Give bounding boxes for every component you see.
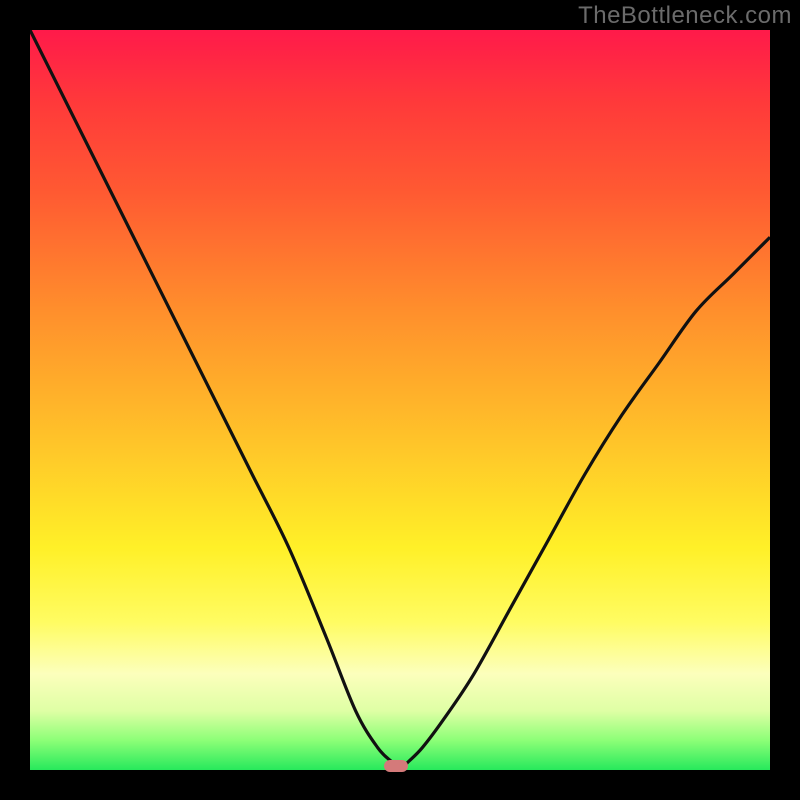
chart-frame: TheBottleneck.com — [0, 0, 800, 800]
watermark-label: TheBottleneck.com — [578, 2, 792, 30]
minimum-marker — [384, 760, 408, 772]
bottleneck-curve-path — [30, 30, 770, 770]
bottleneck-curve-svg — [30, 30, 770, 770]
